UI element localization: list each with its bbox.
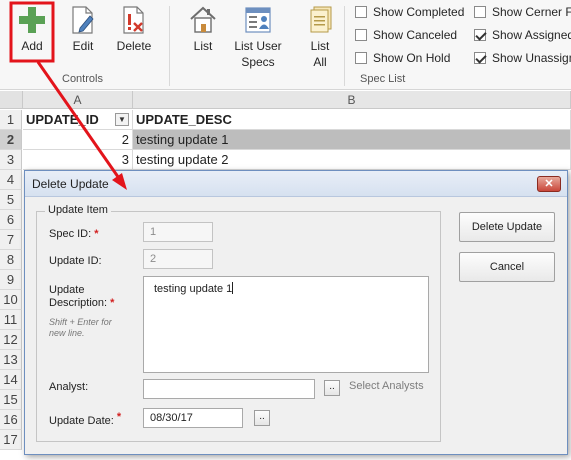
group-divider bbox=[169, 6, 170, 86]
checkbox-box-checked[interactable] bbox=[474, 29, 486, 41]
analyst-picker-button[interactable]: .. bbox=[324, 380, 340, 396]
checkbox-box[interactable] bbox=[355, 6, 367, 18]
cell-a3[interactable]: 3 bbox=[23, 150, 133, 170]
row-header[interactable]: 8 bbox=[0, 250, 22, 270]
user-list-icon bbox=[245, 7, 271, 33]
row-header[interactable]: 10 bbox=[0, 290, 22, 310]
show-cerner-fix-checkbox[interactable]: Show Cerner Fix bbox=[474, 3, 571, 21]
update-description-label: Update Description: * bbox=[49, 284, 115, 309]
row-header[interactable]: 2 bbox=[0, 130, 22, 150]
cell-b1[interactable]: UPDATE_DESC bbox=[133, 110, 571, 130]
cell-a2[interactable]: 2 bbox=[23, 130, 133, 150]
checkbox-box[interactable] bbox=[474, 6, 486, 18]
row-header[interactable]: 12 bbox=[0, 330, 22, 350]
row-header[interactable]: 1 bbox=[0, 110, 22, 130]
show-completed-checkbox[interactable]: Show Completed bbox=[355, 3, 464, 21]
list-label: List bbox=[193, 39, 213, 53]
add-label: Add bbox=[21, 39, 43, 53]
row-header[interactable]: 13 bbox=[0, 350, 22, 370]
analyst-label: Analyst: bbox=[49, 381, 89, 393]
cancel-button[interactable]: Cancel bbox=[459, 252, 555, 282]
edit-label: Edit bbox=[72, 39, 94, 53]
edit-button[interactable]: Edit bbox=[62, 0, 104, 72]
spec-list-group-label: Spec List bbox=[360, 73, 406, 85]
filter-dropdown-icon[interactable]: ▼ bbox=[115, 113, 129, 126]
row-header[interactable]: 6 bbox=[0, 210, 22, 230]
controls-group-label: Controls bbox=[62, 73, 103, 85]
update-id-label: Update ID: bbox=[49, 255, 102, 267]
show-on-hold-checkbox[interactable]: Show On Hold bbox=[355, 49, 450, 67]
checkbox-box[interactable] bbox=[355, 29, 367, 41]
row-header[interactable]: 17 bbox=[0, 430, 22, 450]
checkbox-box-checked[interactable] bbox=[474, 52, 486, 64]
frame-title: Update Item bbox=[45, 204, 111, 216]
row-header[interactable]: 16 bbox=[0, 410, 22, 430]
row-header[interactable]: 9 bbox=[0, 270, 22, 290]
delete-label: Delete bbox=[116, 39, 152, 53]
cell-a1[interactable]: UPDATE_ID ▼ bbox=[23, 110, 133, 130]
cell-b3[interactable]: testing update 2 bbox=[133, 150, 571, 170]
row-header[interactable]: 15 bbox=[0, 390, 22, 410]
analyst-field[interactable] bbox=[143, 379, 315, 399]
show-assigned-checkbox[interactable]: Show Assigned bbox=[474, 26, 571, 44]
row-header[interactable]: 5 bbox=[0, 190, 22, 210]
home-icon bbox=[190, 6, 216, 33]
documents-icon bbox=[310, 6, 332, 33]
update-date-label: Update Date: * bbox=[49, 411, 122, 427]
column-header-a[interactable]: A bbox=[23, 91, 133, 109]
delete-update-button[interactable]: Delete Update bbox=[459, 212, 555, 242]
dialog-title: Delete Update bbox=[32, 177, 109, 191]
spec-id-label: Spec ID: * bbox=[49, 228, 99, 240]
spec-id-field[interactable]: 1 bbox=[143, 222, 213, 242]
column-header-b[interactable]: B bbox=[133, 91, 571, 109]
row-header[interactable]: 4 bbox=[0, 170, 22, 190]
delete-button[interactable]: Delete bbox=[112, 0, 156, 72]
list-all-button[interactable]: List All bbox=[303, 0, 337, 72]
row-header[interactable]: 11 bbox=[0, 310, 22, 330]
add-button[interactable]: Add bbox=[10, 0, 54, 72]
row-header[interactable]: 7 bbox=[0, 230, 22, 250]
edit-document-icon bbox=[72, 6, 94, 34]
checkbox-box[interactable] bbox=[355, 52, 367, 64]
delete-update-dialog: Delete Update ✕ Update Item Spec ID: * 1… bbox=[24, 170, 568, 455]
update-description-textarea[interactable]: testing update 1 bbox=[143, 276, 429, 373]
show-canceled-checkbox[interactable]: Show Canceled bbox=[355, 26, 457, 44]
list-button[interactable]: List bbox=[184, 0, 222, 72]
dialog-title-bar[interactable]: Delete Update ✕ bbox=[25, 171, 567, 197]
list-all-label: List All bbox=[310, 39, 330, 69]
show-unassigned-checkbox[interactable]: Show Unassign bbox=[474, 49, 571, 67]
update-date-field[interactable]: 08/30/17 bbox=[143, 408, 243, 428]
select-all-corner[interactable] bbox=[0, 91, 23, 109]
list-user-specs-button[interactable]: List User Specs bbox=[230, 0, 286, 72]
date-picker-button[interactable]: .. bbox=[254, 410, 270, 426]
text-cursor bbox=[232, 282, 234, 294]
row-header[interactable]: 3 bbox=[0, 150, 22, 170]
delete-document-icon bbox=[123, 6, 144, 34]
select-analysts-label[interactable]: Select Analysts bbox=[349, 380, 424, 392]
ribbon: Add Edit Delete Controls List List User … bbox=[0, 0, 571, 90]
row-header[interactable]: 14 bbox=[0, 370, 22, 390]
plus-icon bbox=[19, 7, 45, 33]
cell-b2[interactable]: testing update 1 bbox=[133, 130, 571, 150]
close-icon[interactable]: ✕ bbox=[537, 176, 561, 192]
update-id-field[interactable]: 2 bbox=[143, 249, 213, 269]
shift-enter-hint: Shift + Enter for new line. bbox=[49, 317, 112, 338]
group-divider bbox=[344, 6, 345, 86]
list-user-specs-label: List User Specs bbox=[234, 39, 282, 69]
